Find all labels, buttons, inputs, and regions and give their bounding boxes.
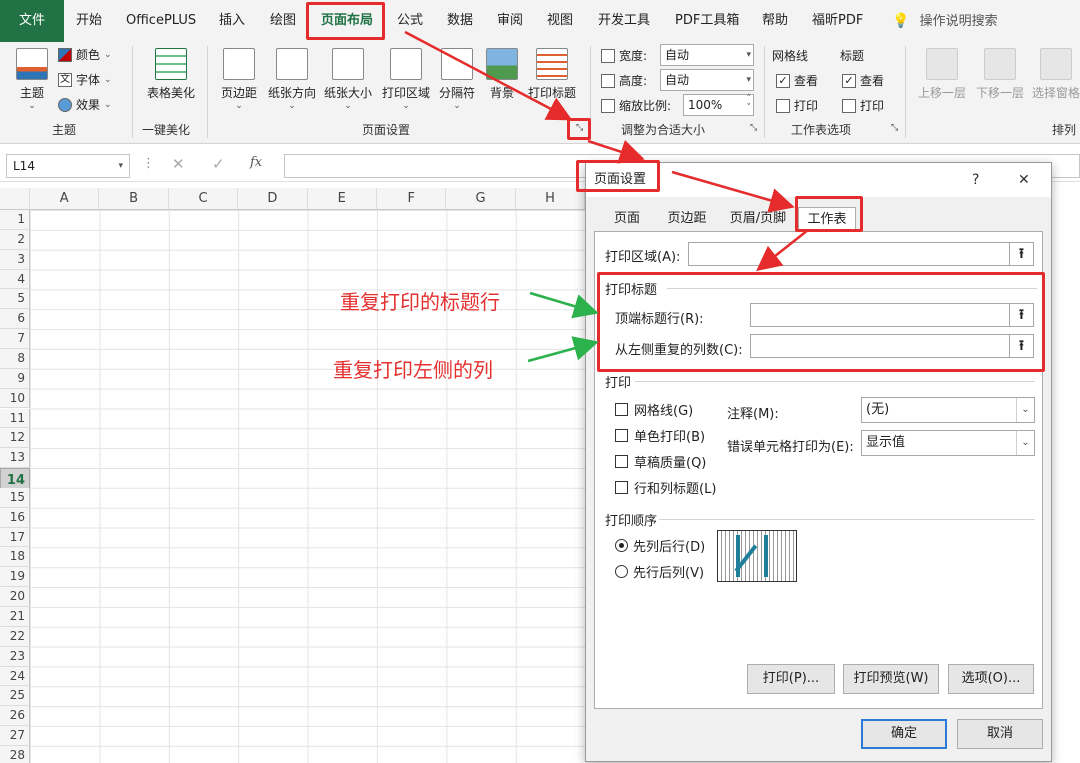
- arrow-to-print-titles: [756, 229, 809, 272]
- arrow-cols-annotation: [527, 336, 599, 363]
- arrow-to-launcher: [404, 30, 573, 121]
- arrow-to-sheet-tab: [671, 170, 795, 213]
- arrow-to-dialog: [587, 139, 645, 164]
- annotation-arrows: [404, 30, 809, 363]
- arrow-rows-annotation: [529, 291, 599, 319]
